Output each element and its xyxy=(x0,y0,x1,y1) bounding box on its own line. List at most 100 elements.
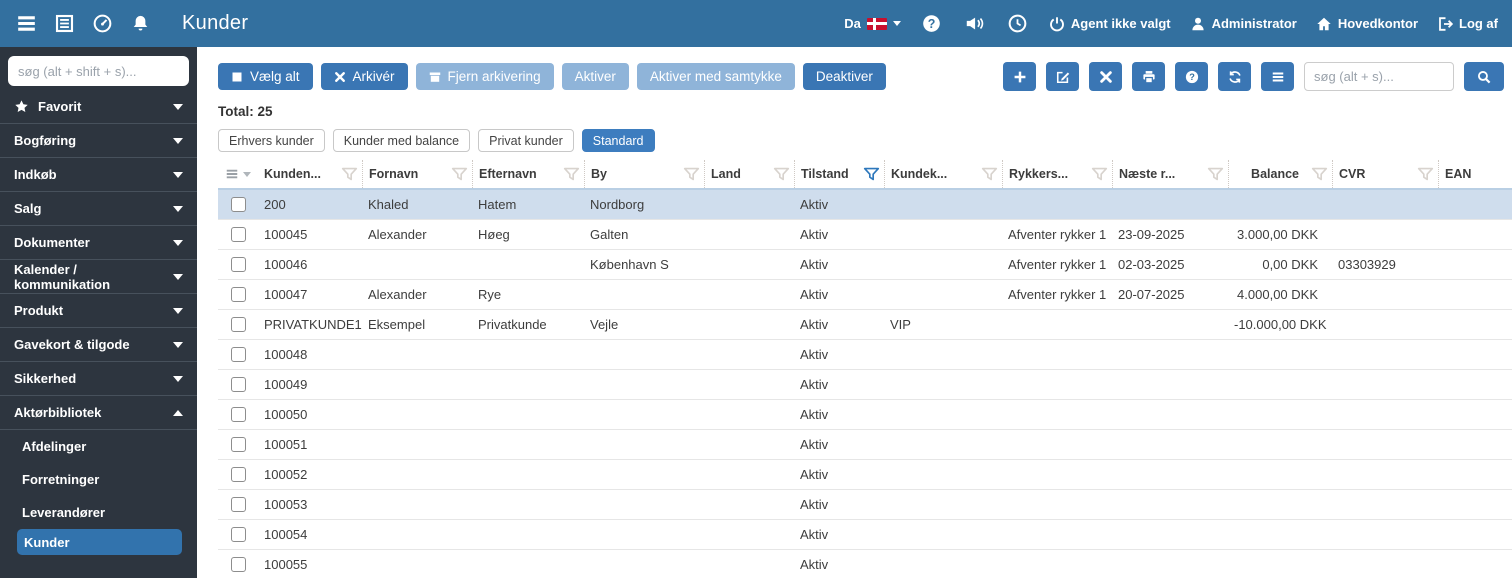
topbar-item-user[interactable]: Administrator xyxy=(1190,16,1297,32)
help-button[interactable]: ? xyxy=(920,12,944,36)
help-button[interactable]: ? xyxy=(1175,62,1208,91)
search-button[interactable] xyxy=(1464,62,1504,91)
sidebar-item-favorit[interactable]: Favorit xyxy=(0,90,197,124)
table-row[interactable]: 100048 Aktiv xyxy=(218,340,1512,370)
refresh-button[interactable] xyxy=(1218,62,1251,91)
row-checkbox[interactable] xyxy=(230,197,246,212)
table-row[interactable]: 100051 Aktiv xyxy=(218,430,1512,460)
row-checkbox[interactable] xyxy=(230,527,246,542)
topbar-item-power[interactable]: Agent ikke valgt xyxy=(1049,16,1171,32)
filter-chip-kunder-med-balance[interactable]: Kunder med balance xyxy=(332,129,471,152)
table-row[interactable]: PRIVATKUNDE1 Eksempel Privatkunde Vejle Akti… xyxy=(218,310,1512,340)
table-search-input[interactable] xyxy=(1304,62,1454,91)
filter-funnel-icon[interactable] xyxy=(341,167,358,182)
arkiv-r-button[interactable]: Arkivér xyxy=(320,63,408,90)
sidebar-item-akt-rbibliotek[interactable]: Aktørbibliotek xyxy=(0,396,197,430)
sidebar-item-bogf-ring[interactable]: Bogføring xyxy=(0,124,197,158)
table-row[interactable]: 100047 Alexander Rye Aktiv Afventer rykker 1… xyxy=(218,280,1512,310)
row-checkbox[interactable] xyxy=(230,347,246,362)
column-header-naeste_rykker[interactable]: Næste r... xyxy=(1112,160,1228,188)
table-row[interactable]: 100054 Aktiv xyxy=(218,520,1512,550)
filter-funnel-icon[interactable] xyxy=(451,167,468,182)
filter-funnel-icon[interactable] xyxy=(683,167,700,182)
column-header-land[interactable]: Land xyxy=(704,160,794,188)
sidebar-item-produkt[interactable]: Produkt xyxy=(0,294,197,328)
filter-funnel-icon[interactable] xyxy=(1207,167,1224,182)
table-row[interactable]: 100049 Aktiv xyxy=(218,370,1512,400)
volume-button[interactable] xyxy=(963,12,987,36)
table-row[interactable]: 100045 Alexander Høeg Galten Aktiv Afventer r… xyxy=(218,220,1512,250)
sidebar-subitem-afdelinger[interactable]: Afdelinger xyxy=(0,430,197,463)
column-header-tilstand[interactable]: Tilstand xyxy=(794,160,884,188)
sidebar-subitem-leverand-rer[interactable]: Leverandører xyxy=(0,496,197,529)
table-row[interactable]: 100053 Aktiv xyxy=(218,490,1512,520)
sidebar-search-input[interactable] xyxy=(8,56,189,86)
filter-funnel-icon[interactable] xyxy=(1091,167,1108,182)
sidebar-item-indk-b[interactable]: Indkøb xyxy=(0,158,197,192)
filter-chip-erhvers-kunder[interactable]: Erhvers kunder xyxy=(218,129,325,152)
edit-button[interactable] xyxy=(1046,62,1079,91)
row-checkbox[interactable] xyxy=(230,557,246,572)
row-checkbox[interactable] xyxy=(230,227,246,242)
filter-funnel-icon[interactable] xyxy=(563,167,580,182)
topbar-item-home[interactable]: Hovedkontor xyxy=(1316,16,1418,32)
filter-funnel-icon[interactable] xyxy=(1417,167,1434,182)
row-checkbox[interactable] xyxy=(230,467,246,482)
bell-button[interactable] xyxy=(128,12,152,36)
x-button[interactable] xyxy=(1089,62,1122,91)
sidebar-item-label: Sikkerhed xyxy=(14,371,77,386)
filter-funnel-icon[interactable] xyxy=(863,167,880,182)
sidebar-item-dokumenter[interactable]: Dokumenter xyxy=(0,226,197,260)
aktiver-med-samtykke-button[interactable]: Aktiver med samtykke xyxy=(636,63,795,90)
journal-button[interactable] xyxy=(52,12,76,36)
sidebar-item-sikkerhed[interactable]: Sikkerhed xyxy=(0,362,197,396)
filter-chip-standard[interactable]: Standard xyxy=(581,129,655,152)
table-row[interactable]: 100052 Aktiv xyxy=(218,460,1512,490)
clock-button[interactable] xyxy=(1006,12,1030,36)
table-row[interactable]: 100055 Aktiv xyxy=(218,550,1512,578)
column-header-by[interactable]: By xyxy=(584,160,704,188)
language-selector[interactable]: Da xyxy=(844,16,901,31)
aktiver-button[interactable]: Aktiver xyxy=(561,63,629,90)
filter-funnel-icon[interactable] xyxy=(773,167,790,182)
column-header-kundenummer[interactable]: Kunden... xyxy=(258,160,362,188)
select-menu-header[interactable] xyxy=(218,160,258,188)
sidebar-subitem-kunder[interactable]: Kunder xyxy=(17,529,182,555)
deaktiver-button[interactable]: Deaktiver xyxy=(802,63,886,90)
filter-funnel-icon[interactable] xyxy=(981,167,998,182)
fjern-arkivering-button[interactable]: Fjern arkivering xyxy=(415,63,554,90)
print-button[interactable] xyxy=(1132,62,1165,91)
row-checkbox[interactable] xyxy=(230,377,246,392)
sidebar-item-gavekort-tilgode[interactable]: Gavekort & tilgode xyxy=(0,328,197,362)
column-header-cvr[interactable]: CVR xyxy=(1332,160,1438,188)
filter-funnel-icon[interactable] xyxy=(1311,167,1328,182)
list-button[interactable] xyxy=(1261,62,1294,91)
row-checkbox[interactable] xyxy=(230,437,246,452)
plus-button[interactable] xyxy=(1003,62,1036,91)
column-header-rykkerstatus[interactable]: Rykkers... xyxy=(1002,160,1112,188)
row-checkbox[interactable] xyxy=(230,407,246,422)
table-row[interactable]: 100050 Aktiv xyxy=(218,400,1512,430)
filter-chip-privat-kunder[interactable]: Privat kunder xyxy=(478,129,574,152)
column-header-efternavn[interactable]: Efternavn xyxy=(472,160,584,188)
column-header-fornavn[interactable]: Fornavn xyxy=(362,160,472,188)
sidebar-item-salg[interactable]: Salg xyxy=(0,192,197,226)
sidebar-item-label: Dokumenter xyxy=(14,235,90,250)
table-row[interactable]: 200 Khaled Hatem Nordborg Aktiv xyxy=(218,190,1512,220)
menu-button[interactable] xyxy=(14,12,38,36)
row-checkbox[interactable] xyxy=(230,497,246,512)
vælg-alt-button[interactable]: Vælg alt xyxy=(218,63,313,90)
column-header-label: Kundek... xyxy=(891,167,948,181)
sidebar-item-kalender-kommunikation[interactable]: Kalender / kommunikation xyxy=(0,260,197,294)
row-checkbox[interactable] xyxy=(230,257,246,272)
dashboard-button[interactable] xyxy=(90,12,114,36)
topbar-item-logout[interactable]: Log af xyxy=(1437,16,1498,32)
column-header-balance[interactable]: Balance xyxy=(1228,160,1332,188)
row-checkbox[interactable] xyxy=(230,317,246,332)
sidebar-subitem-forretninger[interactable]: Forretninger xyxy=(0,463,197,496)
table-row[interactable]: 100046 København S Aktiv Afventer rykker 1 0… xyxy=(218,250,1512,280)
column-header-label: EAN xyxy=(1445,167,1472,181)
row-checkbox[interactable] xyxy=(230,287,246,302)
column-header-kundekategori[interactable]: Kundek... xyxy=(884,160,1002,188)
column-header-ean[interactable]: EAN xyxy=(1438,160,1512,188)
